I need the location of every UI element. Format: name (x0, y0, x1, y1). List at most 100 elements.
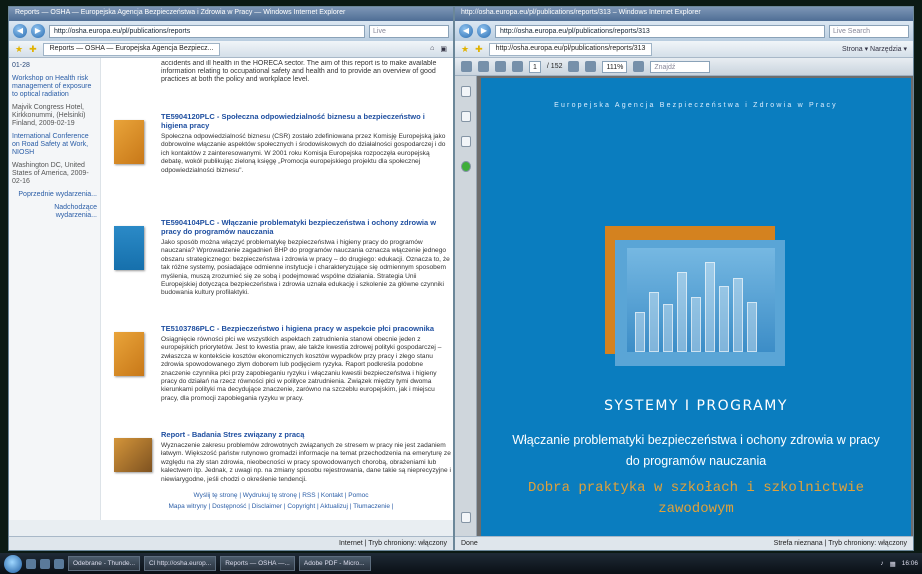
pdf-viewer: Europejska Agencja Bezpieczeństwa i Zdro… (455, 76, 913, 548)
print-icon[interactable] (461, 61, 472, 72)
event-link[interactable]: International Conference on Road Safety … (12, 133, 97, 157)
list-item: TE5103786PLC - Bezpieczeństwo i higiena … (109, 324, 453, 418)
search-input[interactable]: Live (369, 24, 449, 38)
report-cover-thumbnail[interactable] (114, 226, 144, 270)
report-cover-thumbnail[interactable] (114, 332, 144, 376)
network-icon[interactable]: ▦ (890, 560, 896, 568)
pages-icon[interactable] (460, 86, 471, 97)
report-description: Społeczna odpowiedzialność biznesu (CSR)… (161, 133, 446, 174)
report-description: Jako sposób można włączyć problematykę b… (161, 239, 450, 297)
browser-window-pdf: http://osha.europa.eu/pl/publications/re… (454, 6, 914, 551)
tab-bar: ★ ✚ Reports — OSHA — Europejska Agencja … (9, 41, 453, 58)
fit-page-icon[interactable] (633, 61, 645, 72)
quicklaunch-icon[interactable] (26, 558, 36, 569)
clock[interactable]: 16:06 (902, 560, 918, 567)
status-bar: Done Strefa nieznana | Tryb chroniony: w… (455, 536, 913, 550)
status-done: Done (461, 540, 478, 547)
report-title-link[interactable]: TE5904120PLC - Społeczna odpowiedzialnoś… (161, 112, 453, 130)
next-page-icon[interactable] (512, 61, 523, 72)
publications-list: accidents and ill health in the HORECA s… (109, 58, 453, 520)
back-button[interactable]: ◀ (459, 24, 473, 38)
report-description: Osiągnięcie równości płci we wszystkich … (161, 336, 442, 402)
zoom-in-icon[interactable] (585, 61, 597, 72)
feeds-icon[interactable]: ▣ (440, 45, 447, 53)
cover-title: Włączanie problematyki bezpieczeństwa i … (481, 430, 911, 472)
list-item: TE5904120PLC - Społeczna odpowiedzialnoś… (109, 112, 453, 206)
add-favorite-icon[interactable]: ✚ (29, 44, 37, 55)
event-link[interactable]: Workshop on Health risk management of ex… (12, 75, 97, 99)
forward-button[interactable]: ▶ (477, 24, 491, 38)
page-number-input[interactable]: 1 (529, 60, 541, 73)
cover-subtitle: Dobra praktyka w szkołach i szkolnictwie… (481, 478, 911, 520)
list-item: TE5904104PLC - Włączanie problematyki be… (109, 218, 453, 312)
event-date: 01-28 (12, 62, 30, 69)
footer-links[interactable]: Mapa witryny | Dostępność | Disclaimer |… (109, 501, 453, 512)
status-zone: Strefa nieznana | Tryb chroniony: włączo… (773, 540, 907, 547)
browser-window-reports: Reports — OSHA — Europejska Agencja Bezp… (8, 6, 454, 551)
home-icon[interactable]: ⌂ (430, 45, 434, 53)
start-button[interactable] (4, 554, 22, 573)
find-input[interactable]: Znajdź (650, 60, 711, 73)
cover-series-title: SYSTEMY I PROGRAMY (604, 398, 788, 414)
taskbar: Odebrane - Thunde... Cl http://osha.euro… (0, 553, 922, 574)
window-title: http://osha.europa.eu/pl/publications/re… (455, 7, 913, 21)
favorites-star-icon[interactable]: ★ (461, 44, 469, 55)
tab-bar: ★ ✚ http://osha.europa.eu/pl/publication… (455, 41, 913, 58)
quicklaunch-icon[interactable] (54, 558, 64, 569)
page-content: 01-28 Workshop on Health risk management… (9, 58, 453, 520)
cover-title-line: do programów nauczania (625, 454, 767, 468)
cover-title-line: Włączanie problematyki bezpieczeństwa i … (512, 433, 880, 447)
cover-subtitle-line: Dobra praktyka w szkołach i szkolnictwie (527, 480, 865, 496)
add-favorite-icon[interactable]: ✚ (475, 44, 483, 55)
taskbar-item[interactable]: Reports — OSHA —... (220, 556, 295, 571)
window-title: Reports — OSHA — Europejska Agencja Bezp… (9, 7, 453, 21)
quicklaunch-icon[interactable] (40, 558, 50, 569)
intro-text: accidents and ill health in the HORECA s… (161, 60, 437, 83)
taskbar-item[interactable]: Cl http://osha.europ... (144, 556, 217, 571)
address-bar[interactable]: http://osha.europa.eu/pl/publications/re… (49, 24, 365, 38)
page-footer: Wyślij tę stronę | Wydrukuj tę stronę | … (109, 490, 453, 520)
report-title-link[interactable]: Report - Badania Stres związany z pracą (161, 430, 453, 439)
nav-bar: ◀ ▶ http://osha.europa.eu/pl/publication… (9, 21, 453, 41)
bookmarks-icon[interactable] (460, 111, 471, 122)
footer-links[interactable]: Wyślij tę stronę | Wydrukuj tę stronę | … (109, 490, 453, 501)
command-bar: ⌂ ▣ (430, 45, 447, 53)
previous-events-link[interactable]: Poprzednie wydarzenia... (12, 191, 97, 199)
layers-icon[interactable] (460, 161, 471, 172)
pdf-sidebar (455, 76, 477, 548)
save-icon[interactable] (478, 61, 489, 72)
volume-icon[interactable]: ♪ (880, 560, 883, 567)
tab-pdf[interactable]: http://osha.europa.eu/pl/publications/re… (488, 42, 653, 56)
pdf-cover-page: Europejska Agencja Bezpieczeństwa i Zdro… (481, 78, 911, 536)
cover-illustration (605, 226, 785, 376)
event-meta: Majvik Congress Hotel, Kirkkonummi, (Hel… (12, 104, 86, 127)
attachments-icon[interactable] (460, 512, 471, 523)
upcoming-events-link[interactable]: Nadchodzące wydarzenia... (12, 204, 97, 220)
zoom-out-icon[interactable] (568, 61, 580, 72)
search-input[interactable]: Live Search (829, 24, 909, 38)
events-sidebar: 01-28 Workshop on Health risk management… (9, 58, 101, 520)
system-tray: ♪ ▦ 16:06 (880, 560, 918, 568)
nav-bar: ◀ ▶ http://osha.europa.eu/pl/publication… (455, 21, 913, 41)
event-meta: Washington DC, United States of America,… (12, 162, 89, 185)
taskbar-item[interactable]: Odebrane - Thunde... (68, 556, 141, 571)
page-total: / 152 (546, 63, 563, 70)
signatures-icon[interactable] (460, 136, 471, 147)
command-bar-tools[interactable]: Strona ▾ Narzędzia ▾ (842, 45, 907, 53)
report-cover-thumbnail[interactable] (114, 438, 152, 472)
report-title-link[interactable]: TE5904104PLC - Włączanie problematyki be… (161, 218, 453, 236)
favorites-star-icon[interactable]: ★ (15, 44, 23, 55)
tab-reports[interactable]: Reports — OSHA — Europejska Agencja Bezp… (42, 42, 221, 56)
prev-page-icon[interactable] (495, 61, 506, 72)
report-title-link[interactable]: TE5103786PLC - Bezpieczeństwo i higiena … (161, 324, 453, 333)
zoom-select[interactable]: 111% (602, 60, 628, 73)
back-button[interactable]: ◀ (13, 24, 27, 38)
address-bar[interactable]: http://osha.europa.eu/pl/publications/re… (495, 24, 825, 38)
cover-agency: Europejska Agencja Bezpieczeństwa i Zdro… (554, 102, 838, 109)
report-cover-thumbnail[interactable] (114, 120, 144, 164)
taskbar-item[interactable]: Adobe PDF - Micro... (298, 556, 371, 571)
status-bar: Internet | Tryb chroniony: włączony (9, 536, 453, 550)
forward-button[interactable]: ▶ (31, 24, 45, 38)
report-description: Wyznaczenie zakresu problemów zdrowotnyc… (161, 442, 451, 483)
pdf-toolbar: 1 / 152 111% Znajdź (455, 58, 913, 76)
